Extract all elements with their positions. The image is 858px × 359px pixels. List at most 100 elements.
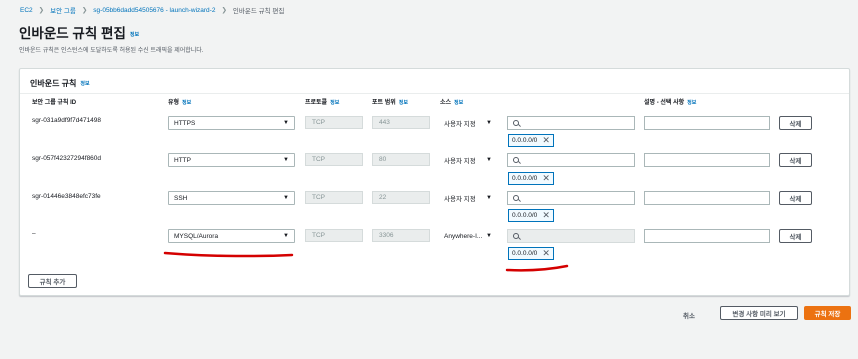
chevron-right-icon: ❯ [38,7,45,14]
close-icon[interactable]: ✕ [542,174,550,183]
column-label: 포트 범위 [372,100,396,106]
source-select[interactable]: 사용자 지정 ▼ [440,191,498,205]
delete-button[interactable]: 삭제 [779,116,812,130]
info-link[interactable]: 정보 [399,100,408,106]
port-range-field: 3306 [372,229,430,242]
source-select[interactable]: Anywhere-I... ▼ [440,229,498,243]
select-value: 사용자 지정 [444,121,476,128]
description-input[interactable] [644,229,770,243]
protocol-field: TCP [305,153,363,166]
type-select[interactable]: HTTPS ▼ [168,116,295,130]
token-label: 0.0.0.0/0 [512,175,538,182]
column-header-description: 설명 - 선택 사항 정보 [644,97,696,106]
page-title-text: 인바운드 규칙 편집 [19,26,126,41]
breadcrumb-security-groups[interactable]: 보안 그룹 [50,5,76,15]
caret-down-icon: ▼ [283,233,289,239]
rule-id: sgr-031a9df9f7d471498 [32,117,102,124]
protocol-field: TCP [305,191,363,204]
type-select[interactable]: SSH ▼ [168,191,295,205]
annotation-underline-source [505,264,569,272]
description-input[interactable] [644,191,770,205]
protocol-field: TCP [305,116,363,129]
panel-title: 인바운드 규칙 [30,79,77,88]
select-value: HTTPS [174,119,196,127]
port-range-field: 443 [372,116,430,129]
cidr-search-input[interactable] [507,229,635,243]
type-select[interactable]: HTTP ▼ [168,153,295,167]
port-range-field: 80 [372,153,430,166]
close-icon[interactable]: ✕ [542,249,550,258]
page-description: 인바운드 규칙은 인스턴스에 도달하도록 허용된 수신 트래픽을 제어합니다. [19,48,204,54]
breadcrumb: EC2 ❯ 보안 그룹 ❯ sg-05bb6dadd54505676 - lau… [20,5,285,16]
source-select[interactable]: 사용자 지정 ▼ [440,116,498,130]
cidr-token: 0.0.0.0/0 ✕ [508,247,554,260]
caret-down-icon: ▼ [283,157,289,163]
select-value: 사용자 지정 [444,196,476,203]
close-icon[interactable]: ✕ [542,136,550,145]
column-header-type: 유형 정보 [168,97,191,106]
rule-id: sgr-057f42327294f860d [32,155,102,162]
protocol-field: TCP [305,229,363,242]
token-label: 0.0.0.0/0 [512,137,538,144]
cidr-search-input[interactable] [507,153,635,167]
description-input[interactable] [644,153,770,167]
page-title: 인바운드 규칙 편집 정보 [19,22,139,42]
column-header-protocol: 프로토콜 정보 [305,97,339,106]
info-link[interactable]: 정보 [330,100,339,106]
search-icon [513,233,519,239]
column-header-port-range: 포트 범위 정보 [372,97,408,106]
select-value: SSH [174,194,188,202]
caret-down-icon: ▼ [283,195,289,201]
delete-button[interactable]: 삭제 [779,153,812,167]
breadcrumb-ec2[interactable]: EC2 [20,7,33,14]
close-icon[interactable]: ✕ [542,211,550,220]
select-value: 사용자 지정 [444,158,476,165]
column-label: 프로토콜 [305,100,328,106]
breadcrumb-security-group[interactable]: sg-05bb6dadd54505676 - launch-wizard-2 [93,7,215,14]
delete-button[interactable]: 삭제 [779,191,812,205]
cidr-token: 0.0.0.0/0 ✕ [508,209,554,222]
annotation-underline-type [163,251,294,258]
chevron-right-icon: ❯ [81,7,88,14]
select-value: HTTP [174,156,191,164]
select-value: Anywhere-I... [444,232,483,240]
caret-down-icon: ▼ [486,233,492,239]
search-icon [513,120,519,126]
info-link[interactable]: 정보 [80,81,89,87]
info-link[interactable]: 정보 [454,100,463,106]
column-header-rule-id: 보안 그룹 규칙 ID [32,100,77,106]
cidr-search-input[interactable] [507,191,635,205]
search-icon [513,195,519,201]
preview-changes-button[interactable]: 변경 사항 미리 보기 [720,306,798,320]
port-range-field: 22 [372,191,430,204]
type-select[interactable]: MYSQL/Aurora ▼ [168,229,295,243]
select-value: MYSQL/Aurora [174,232,219,240]
rule-id: sgr-01446e3848efc73fe [32,193,101,200]
source-select[interactable]: 사용자 지정 ▼ [440,153,498,167]
chevron-right-icon: ❯ [221,7,227,14]
search-icon [513,157,519,163]
column-label: 소스 [440,100,452,106]
column-label: 유형 [168,100,180,106]
caret-down-icon: ▼ [486,120,492,126]
delete-button[interactable]: 삭제 [779,229,812,243]
breadcrumb-current: 인바운드 규칙 편집 [232,8,285,15]
cancel-button[interactable]: 취소 [683,310,695,320]
column-header-source: 소스 정보 [440,97,463,106]
cidr-token: 0.0.0.0/0 ✕ [508,134,554,147]
caret-down-icon: ▼ [486,157,492,163]
cidr-token: 0.0.0.0/0 ✕ [508,172,554,185]
save-rules-button[interactable]: 규칙 저장 [804,306,851,320]
token-label: 0.0.0.0/0 [512,250,538,257]
cidr-search-input[interactable] [507,116,635,130]
add-rule-button[interactable]: 규칙 추가 [28,274,77,288]
info-link[interactable]: 정보 [182,100,191,106]
caret-down-icon: ▼ [486,195,492,201]
caret-down-icon: ▼ [283,120,289,126]
info-link[interactable]: 정보 [130,32,139,38]
panel-header: 인바운드 규칙 정보 [20,69,849,94]
rule-id: – [32,230,36,237]
info-link[interactable]: 정보 [687,100,696,106]
token-label: 0.0.0.0/0 [512,212,538,219]
description-input[interactable] [644,116,770,130]
